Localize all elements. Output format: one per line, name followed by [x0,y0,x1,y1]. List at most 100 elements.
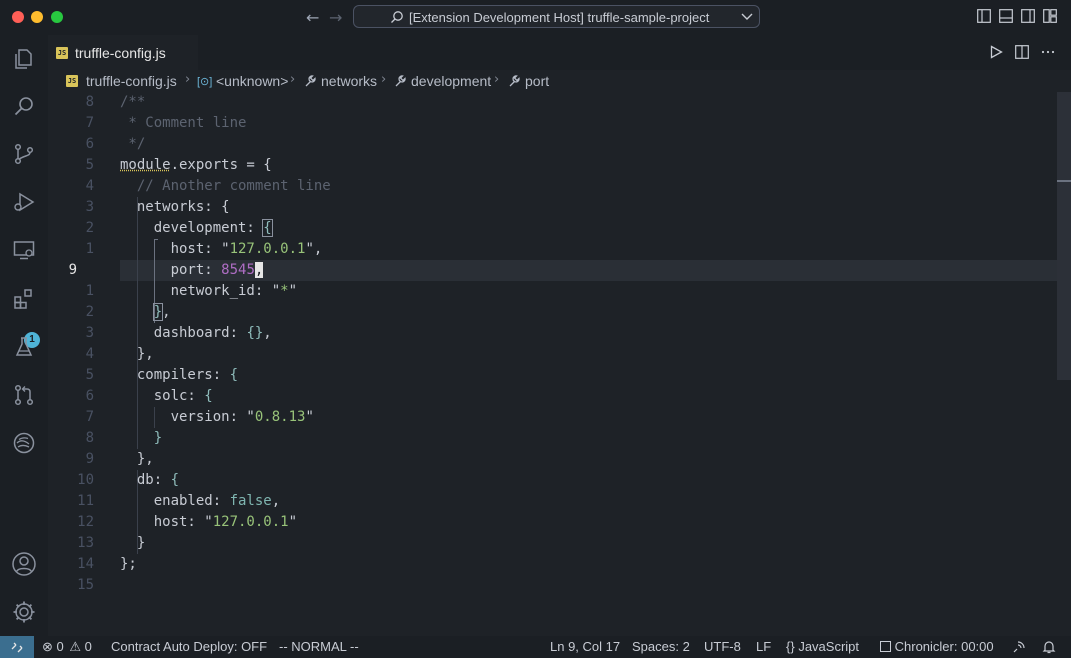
chevron-right-icon: › [290,72,296,87]
toggle-panel-icon[interactable] [999,9,1013,23]
breadcrumb-item-networks[interactable]: networks [321,73,377,89]
code-line: module.exports = { [120,157,272,173]
more-actions-icon[interactable] [1041,45,1055,59]
breadcrumb-file[interactable]: truffle-config.js [86,73,177,89]
chronicler-status[interactable]: Chronicler: 00:00 [880,639,994,654]
contract-auto-deploy-status[interactable]: Contract Auto Deploy: OFF [111,639,267,654]
toggle-primary-sidebar-icon[interactable] [977,9,991,23]
line-number: 10 [77,472,94,488]
cursor-position[interactable]: Ln 9, Col 17 [550,639,620,654]
line-number: 8 [85,94,94,110]
command-center[interactable]: [Extension Development Host] truffle-sam… [353,5,760,28]
code-line: development: { [120,219,273,237]
line-number: 8 [85,430,94,446]
search-icon [391,11,403,23]
toggle-secondary-sidebar-icon[interactable] [1021,9,1035,23]
chevron-right-icon: › [494,72,500,87]
code-line-active: port: 8545, [120,262,264,278]
code-line: } [120,535,146,551]
remote-indicator[interactable] [0,636,34,658]
code-line: host: "127.0.0.1", [120,241,323,257]
wrench-icon [305,75,316,87]
code-line: // Another comment line [120,178,331,194]
editor-tabs-bar: JS truffle-config.js [48,35,1071,70]
line-number: 13 [77,535,94,551]
indentation-status[interactable]: Spaces: 2 [632,639,690,654]
testing-icon[interactable] [10,333,38,361]
activity-bar: 1 [0,35,48,636]
feedback-icon[interactable] [1012,640,1026,654]
breadcrumb-item-port[interactable]: port [525,73,549,89]
line-number: 3 [85,199,94,215]
line-number: 12 [77,514,94,530]
line-number: 2 [85,304,94,320]
code-line: }, [152,303,171,321]
line-number: 1 [85,241,94,257]
line-number: 15 [77,577,94,593]
title-bar: ← → [Extension Development Host] truffle… [0,0,1071,35]
line-number-active: 9 [68,262,77,278]
braces-icon: {} [786,639,795,654]
settings-gear-icon[interactable] [10,598,38,626]
matched-bracket: } [152,303,164,321]
window-title: [Extension Development Host] truffle-sam… [409,10,710,25]
javascript-file-icon: JS [66,75,78,87]
code-line: host: "127.0.0.1" [120,514,298,530]
run-debug-icon[interactable] [10,188,38,216]
tab-truffle-config[interactable]: JS truffle-config.js [48,35,198,70]
source-control-icon[interactable] [10,140,38,168]
vertical-scrollbar[interactable] [1057,92,1071,380]
extensions-icon[interactable] [10,285,38,313]
block-cursor: , [254,262,264,278]
code-line: }, [120,451,154,467]
line-number: 11 [77,493,94,509]
line-number: 1 [85,283,94,299]
back-arrow-icon[interactable]: ← [306,8,319,27]
zoom-window-button[interactable] [51,11,63,23]
line-number: 5 [85,367,94,383]
code-line: compilers: { [120,367,239,383]
line-number: 2 [85,220,94,236]
run-icon[interactable] [989,45,1003,59]
code-line: */ [120,136,146,152]
remote-icon [11,642,23,653]
minimize-window-button[interactable] [31,11,43,23]
indent-guide-cap [154,239,158,240]
line-number: 4 [85,346,94,362]
code-line: version: "0.8.13" [120,409,314,425]
line-number: 7 [85,409,94,425]
files-icon[interactable] [10,45,38,73]
account-icon[interactable] [10,550,38,578]
code-line: }; [120,556,137,572]
vim-mode-status: -- NORMAL -- [279,639,359,654]
matched-bracket: { [262,219,273,237]
breadcrumb-item-development[interactable]: development [411,73,491,89]
code-editor[interactable]: 8 7 6 5 4 3 2 1 9 1 2 3 4 5 6 7 8 9 10 11 12 13 14 15 /** * Com… [48,92,1071,636]
wrench-icon [509,75,520,87]
remote-explorer-icon[interactable] [10,236,38,264]
pull-request-icon[interactable] [10,381,38,409]
code-line: solc: { [120,388,213,404]
forward-arrow-icon[interactable]: → [329,8,342,27]
code-line: } [120,430,163,446]
chevron-down-icon[interactable] [740,9,754,23]
status-bar: ⊗ 0 ⚠ 0 Contract Auto Deploy: OFF -- NOR… [0,636,1071,658]
errors-indicator[interactable]: ⊗ 0 ⚠ 0 [42,639,92,655]
breadcrumb-item-unknown[interactable]: <unknown> [216,73,288,89]
chevron-right-icon: › [381,72,387,87]
notifications-bell-icon[interactable] [1042,640,1056,654]
code-line: /** [120,94,146,110]
split-editor-icon[interactable] [1015,45,1029,59]
close-window-button[interactable] [12,11,24,23]
language-mode[interactable]: {} JavaScript [786,639,859,654]
code-line: dashboard: {}, [120,325,272,341]
error-icon: ⊗ [42,639,53,654]
code-line: * Comment line [120,115,247,131]
search-icon[interactable] [10,92,38,120]
encoding-status[interactable]: UTF-8 [704,639,741,654]
breadcrumb: JS truffle-config.js › [⊙] <unknown> › n… [48,70,1071,92]
line-number: 3 [85,325,94,341]
eol-status[interactable]: LF [756,639,771,654]
customize-layout-icon[interactable] [1043,9,1057,23]
timeline-icon[interactable] [10,429,38,457]
